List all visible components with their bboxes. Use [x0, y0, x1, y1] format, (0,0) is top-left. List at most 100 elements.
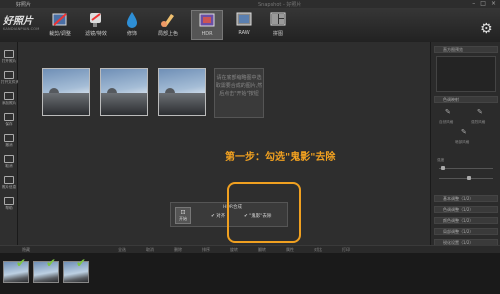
tool-raw[interactable]: RAW: [228, 10, 260, 40]
window-title: 好照片: [16, 2, 32, 8]
tool-crop-label: 裁剪/调整: [49, 31, 71, 37]
sidebar-item-open-photo[interactable]: 打开照片: [1, 50, 17, 64]
tone-mapping-header[interactable]: 色调映射: [434, 96, 498, 103]
info-icon: [4, 176, 14, 184]
collage-icon: [270, 12, 286, 26]
building: [159, 93, 205, 115]
save-icon: [4, 113, 14, 121]
gear-icon[interactable]: ⚙: [480, 22, 494, 36]
strength-slider[interactable]: [439, 166, 493, 170]
sidebar-item-cancel[interactable]: 取消: [1, 155, 17, 169]
hdr-source-photo[interactable]: [100, 68, 148, 116]
main-toolbar: 好照片 KANDIANPIAN.COM 裁剪/调整 滤镜/特效 修饰 局部上色 …: [0, 8, 500, 42]
app-window: 好照片 Snapshot - 好照片 – □ × 好照片 KANDIANPIAN…: [0, 0, 500, 294]
sidebar-item-save[interactable]: 保存: [1, 113, 17, 127]
check-icon: ✔: [46, 256, 57, 270]
tool-collage[interactable]: 拼图: [262, 10, 294, 40]
tool-retouch-label: 修饰: [126, 31, 137, 37]
section-local[interactable]: 局部调整（1/2）: [434, 228, 498, 235]
sidebar-item-label: 撤消: [5, 143, 13, 147]
filmstrip-delete[interactable]: 删除: [174, 247, 182, 253]
logo-sub: KANDIANPIAN.COM: [3, 27, 40, 31]
undo-icon: [4, 134, 14, 142]
brush-icon: [90, 13, 101, 27]
tool-filter-label: 滤镜/特效: [85, 31, 107, 37]
help-icon: [4, 197, 14, 205]
drop-icon: [127, 12, 137, 28]
sidebar-item-label: 添加照片: [1, 101, 17, 105]
filmstrip-sort[interactable]: 排序: [202, 247, 210, 253]
tool-raw-label: RAW: [238, 30, 250, 36]
tool-collage-label: 拼图: [272, 31, 283, 37]
sidebar-item-help[interactable]: 帮助: [1, 197, 17, 211]
sidebar-item-info[interactable]: 照片信息: [1, 176, 17, 190]
strong-style-icon[interactable]: ✎: [477, 108, 483, 116]
title-bar: 好照片 Snapshot - 好照片 – □ ×: [0, 0, 500, 8]
tool-hdr[interactable]: HDR: [191, 10, 223, 40]
natural-style-label: 自然风格: [439, 120, 454, 124]
dark-style-icon[interactable]: ✎: [461, 128, 467, 136]
check-icon: ✔: [16, 256, 27, 270]
filmstrip-properties[interactable]: 属性: [286, 247, 294, 253]
detail-slider[interactable]: [439, 176, 493, 180]
histogram-preview: [436, 56, 496, 92]
tool-crop[interactable]: 裁剪/调整: [44, 10, 76, 40]
filmstrip-print[interactable]: 打印: [342, 247, 350, 253]
annotation-highlight-box: [227, 182, 301, 243]
section-basic[interactable]: 基本调整（1/2）: [434, 195, 498, 202]
add-photo-icon: [4, 92, 14, 100]
sidebar-item-open-folder[interactable]: 打开文件夹: [1, 71, 19, 85]
sidebar-item-label: 打开文件夹: [1, 80, 19, 84]
filmstrip: 隐藏 全选 取消 删除 排序 旋转 翻转 属性 对比 打印 ✔ ✔ ✔: [0, 245, 500, 294]
logo-brand: 好照片: [3, 16, 33, 27]
filmstrip-rotate[interactable]: 旋转: [230, 247, 238, 253]
open-photo-icon: [4, 50, 14, 58]
filmstrip-select-all[interactable]: 全选: [118, 247, 126, 253]
align-checkbox[interactable]: ✔ 对齐: [211, 213, 225, 219]
natural-style-icon[interactable]: ✎: [445, 108, 451, 116]
dark-style-label: 暗部风格: [455, 140, 470, 144]
close-icon[interactable]: ×: [491, 1, 496, 7]
building: [43, 93, 89, 115]
filmstrip-flip[interactable]: 翻转: [258, 247, 266, 253]
sidebar-item-undo[interactable]: 撤消: [1, 134, 17, 148]
hdr-icon: [199, 13, 215, 27]
start-button[interactable]: ⊡ 开始: [175, 207, 191, 224]
tool-local-color[interactable]: 局部上色: [152, 10, 184, 40]
filmstrip-compare[interactable]: 对比: [314, 247, 322, 253]
slider-knob[interactable]: [441, 166, 445, 170]
sidebar-item-label: 帮助: [5, 206, 13, 210]
sidebar-item-label: 照片信息: [1, 185, 17, 189]
left-sidebar: 打开照片 打开文件夹 添加照片 保存 撤消 取消 照片信息 帮助: [0, 42, 19, 272]
folder-icon: [4, 71, 14, 79]
tool-retouch[interactable]: 修饰: [116, 10, 148, 40]
section-tone[interactable]: 色调调整（1/2）: [434, 206, 498, 213]
slider-knob[interactable]: [467, 176, 471, 180]
cancel-icon: [4, 155, 14, 163]
maximize-icon[interactable]: □: [480, 1, 486, 7]
window-center-text: Snapshot - 好照片: [258, 2, 302, 8]
sidebar-item-add-photo[interactable]: 添加照片: [1, 92, 17, 106]
sidebar-item-label: 保存: [5, 122, 13, 126]
raw-icon: [236, 12, 252, 26]
work-canvas: 请在底部缩略图中选取需要合成的图片,然后点击"开始"按钮 第一步：勾选"鬼影"去…: [18, 42, 430, 272]
strength-label: 强度: [437, 158, 445, 162]
sidebar-item-label: 打开照片: [1, 59, 17, 63]
filmstrip-toolbar: 隐藏 全选 取消 删除 排序 旋转 翻转 属性 对比 打印: [0, 246, 500, 253]
app-logo: 好照片 KANDIANPIAN.COM: [3, 16, 41, 38]
hdr-hint-text: 请在底部缩略图中选取需要合成的图片,然后点击"开始"按钮: [214, 68, 264, 118]
window-controls: – □ ×: [472, 1, 496, 7]
filmstrip-toggle[interactable]: 隐藏: [22, 247, 30, 253]
building: [101, 93, 147, 115]
histogram-header[interactable]: 直方图预览: [434, 46, 498, 53]
tool-filter[interactable]: 滤镜/特效: [80, 10, 112, 40]
hdr-source-photo[interactable]: [158, 68, 206, 116]
tool-local-color-label: 局部上色: [157, 31, 178, 37]
tool-hdr-label: HDR: [201, 31, 213, 37]
minimize-icon[interactable]: –: [472, 1, 475, 7]
sidebar-item-label: 取消: [5, 164, 13, 168]
start-button-label: 开始: [179, 216, 187, 221]
section-color[interactable]: 颜色调整（1/2）: [434, 217, 498, 224]
filmstrip-cancel[interactable]: 取消: [146, 247, 154, 253]
hdr-source-photo[interactable]: [42, 68, 90, 116]
